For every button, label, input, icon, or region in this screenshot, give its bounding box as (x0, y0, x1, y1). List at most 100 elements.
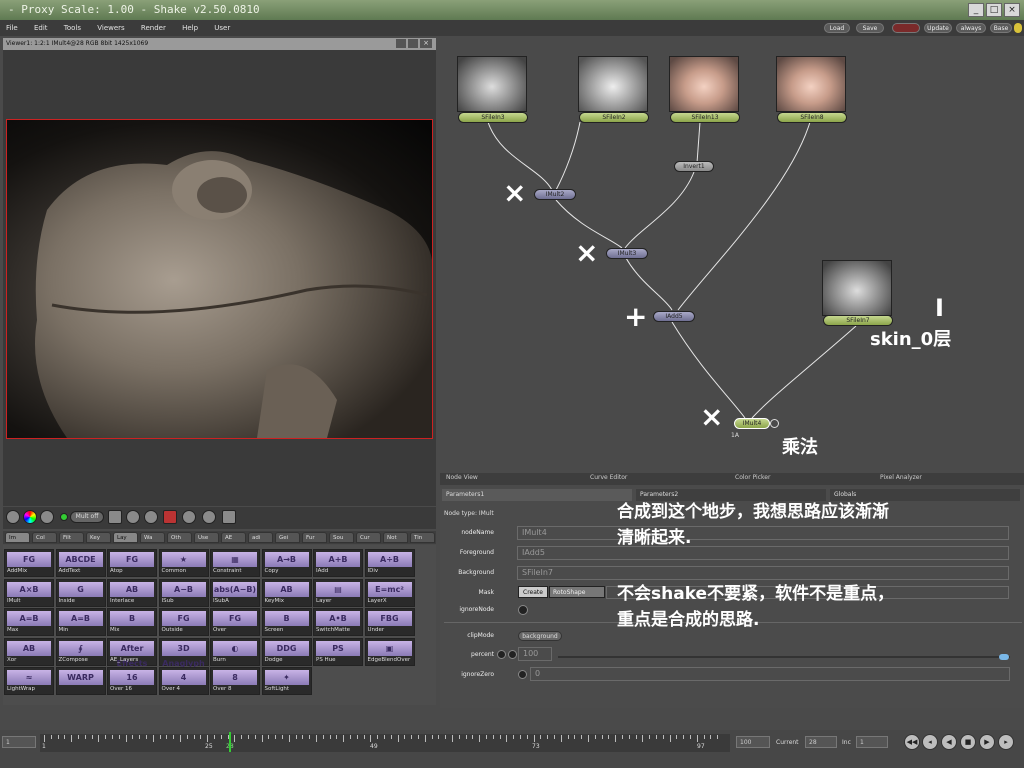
palette-tab[interactable]: Filt (59, 532, 84, 543)
palette-tile[interactable]: DDG Dodge (261, 637, 312, 666)
save-frame-icon[interactable] (222, 510, 236, 524)
percent-field[interactable]: 100 (518, 647, 552, 661)
palette-tile[interactable]: AB Xor (4, 637, 54, 666)
mask-create-button[interactable]: Create (518, 586, 548, 598)
ignorezero-anim-icon[interactable] (518, 670, 527, 679)
palette-tab[interactable]: Wa (140, 532, 165, 543)
palette-tile[interactable]: A=B Min (55, 608, 106, 636)
record-icon[interactable] (163, 510, 177, 524)
close-button[interactable]: × (1004, 3, 1020, 17)
palette-tile[interactable]: ✦ SoftLight (261, 667, 312, 695)
base-button[interactable]: Base (990, 23, 1012, 33)
menu-render[interactable]: Render (141, 24, 166, 32)
percent-slider-thumb[interactable] (999, 654, 1009, 660)
palette-tab[interactable]: Im (5, 532, 30, 543)
palette-tab[interactable]: Tin (410, 532, 435, 543)
palette-tab[interactable]: AE (221, 532, 246, 543)
palette-tile[interactable]: FG Over (210, 608, 260, 636)
step-back-icon[interactable]: ◂ (922, 734, 938, 750)
percent-slider-track[interactable] (558, 656, 1010, 658)
refresh-icon[interactable] (144, 510, 158, 524)
imult4-node[interactable]: IMult4 (734, 418, 770, 429)
palette-tab[interactable]: Col (32, 532, 57, 543)
sfilein8-node[interactable]: SFileIn8 (777, 112, 847, 123)
sfilein7-node[interactable]: SFileIn7 (823, 315, 893, 326)
compare-icon[interactable] (126, 510, 140, 524)
menu-viewers[interactable]: Viewers (97, 24, 124, 32)
region-icon[interactable] (108, 510, 122, 524)
palette-tile[interactable]: A÷B IDiv (364, 549, 415, 577)
viewer-maximize-icon[interactable] (408, 39, 418, 48)
palette-tile[interactable]: ▤ Layer (313, 578, 363, 607)
clipmode-select[interactable]: background (518, 631, 562, 641)
imult2-node[interactable]: IMult2 (534, 189, 576, 200)
palette-tab[interactable]: Not (383, 532, 408, 543)
palette-tile[interactable]: 3D Anaglyph (158, 637, 209, 668)
tab-pixel-analyzer[interactable]: Pixel Analyzer (880, 474, 922, 481)
palette-tile[interactable]: A+B IAdd (313, 549, 363, 577)
playhead[interactable] (229, 732, 231, 752)
sfilein13-node[interactable]: SFileIn13 (670, 112, 740, 123)
palette-tile[interactable]: B Screen (261, 608, 312, 636)
palette-tile[interactable]: WARP (55, 667, 106, 695)
palette-tab[interactable]: Use (194, 532, 219, 543)
inc-field[interactable]: 1 (856, 736, 888, 748)
channel-icon[interactable] (40, 510, 54, 524)
percent-curve-icon[interactable] (508, 650, 517, 659)
palette-tab[interactable]: Key (86, 532, 111, 543)
step-forward-icon[interactable]: ▸ (998, 734, 1014, 750)
timeline-ruler[interactable] (40, 734, 730, 752)
palette-tab[interactable]: Lay (113, 532, 138, 543)
palette-tile[interactable]: A−B ISub (158, 578, 209, 607)
palette-tile[interactable]: A•B SwitchMatte (313, 608, 363, 636)
play-icon[interactable]: ▶ (979, 734, 995, 750)
mult-off-button[interactable]: Mult off (70, 511, 104, 523)
palette-tile[interactable]: FG Atop (107, 549, 157, 577)
hand-icon[interactable] (202, 510, 216, 524)
palette-tile[interactable]: FG Outside (158, 608, 209, 636)
tab-node-view[interactable]: Node View (446, 474, 478, 481)
palette-tile[interactable]: 4 Over 4 (158, 667, 209, 695)
tab-color-picker[interactable]: Color Picker (735, 474, 770, 481)
tab-curve-editor[interactable]: Curve Editor (590, 474, 627, 481)
stop-icon[interactable]: ■ (960, 734, 976, 750)
iadd5-node[interactable]: IAdd5 (653, 311, 695, 322)
palette-tile[interactable]: abs(A−B) ISubA (210, 578, 260, 607)
foreground-field[interactable]: IAdd5 (517, 546, 1009, 560)
percent-anim-icon[interactable] (497, 650, 506, 659)
viewer-image[interactable] (6, 119, 433, 439)
palette-tile[interactable]: B Mix (107, 608, 157, 636)
palette-tile[interactable]: FBG Under (364, 608, 415, 636)
flipbook-icon[interactable] (892, 23, 920, 33)
minimize-button[interactable]: _ (968, 3, 984, 17)
menu-user[interactable]: User (214, 24, 230, 32)
palette-tile[interactable]: ◐ Burn (210, 637, 260, 666)
menu-edit[interactable]: Edit (34, 24, 48, 32)
background-field[interactable]: SFileIn7 (517, 566, 1009, 580)
nodename-field[interactable]: IMult4 (517, 526, 1009, 540)
palette-tile[interactable]: E=mc² LayerX (364, 578, 415, 607)
palette-tile[interactable]: ▦ Constraint (210, 549, 260, 577)
menu-help[interactable]: Help (182, 24, 198, 32)
palette-tile[interactable]: AB KeyMix (261, 578, 312, 607)
palette-tab[interactable]: Fur (302, 532, 327, 543)
palette-tab[interactable]: adi (248, 532, 273, 543)
palette-tile[interactable]: ★ Common (158, 549, 209, 577)
end-frame-field[interactable]: 100 (736, 736, 770, 748)
mask-type-select[interactable]: RotoShape (549, 586, 605, 598)
viewer-close-icon[interactable]: × (420, 39, 432, 48)
palette-tile[interactable]: After Effects AE_Layers (107, 637, 157, 668)
palette-tab[interactable]: Gei (275, 532, 300, 543)
sfilein2-node[interactable]: SFileIn2 (579, 112, 649, 123)
alpha-icon[interactable] (6, 510, 20, 524)
tab-parameters1[interactable]: Parameters1 (442, 489, 632, 501)
palette-tile[interactable]: ∮ ZCompose (55, 637, 106, 666)
update-mode-select[interactable]: always (956, 23, 986, 33)
viewer-split-icon[interactable] (396, 39, 406, 48)
palette-tile[interactable]: A×B IMult (4, 578, 54, 607)
start-frame-field[interactable]: 1 (2, 736, 36, 748)
palette-tile[interactable]: AB Interlace (107, 578, 157, 607)
invert1-node[interactable]: Invert1 (674, 161, 714, 172)
palette-tile[interactable]: 16 Over 16 (107, 667, 157, 695)
palette-tile[interactable]: ▣ EdgeBlendOver (364, 637, 415, 666)
